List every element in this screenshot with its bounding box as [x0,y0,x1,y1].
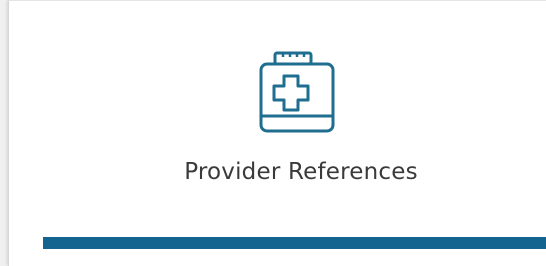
provider-references-card[interactable]: Provider References [8,0,546,266]
card-title: Provider References [184,159,418,185]
card-accent-bar [43,237,546,249]
medical-kit-icon [259,51,335,133]
